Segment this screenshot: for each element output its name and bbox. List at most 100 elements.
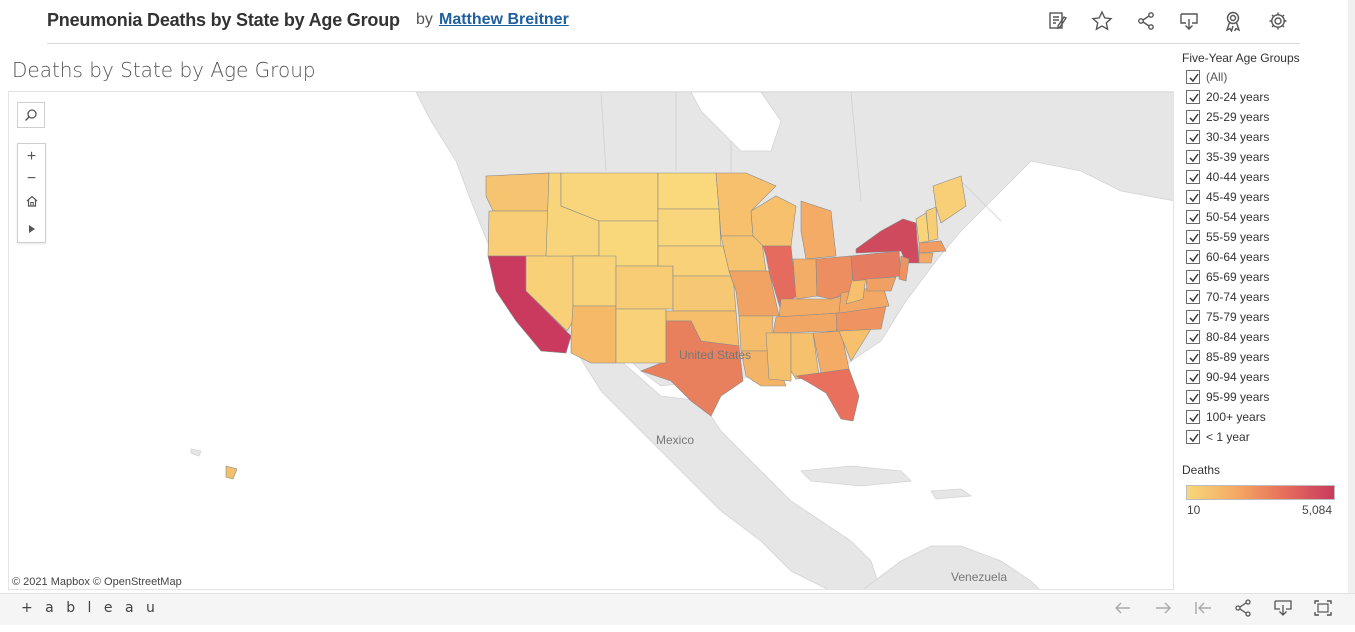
filter-item[interactable]: 60-64 years [1186, 248, 1306, 266]
checkbox-checked[interactable] [1186, 70, 1200, 84]
filter-item-all[interactable]: (All) [1186, 68, 1306, 86]
filter-label: 95-99 years [1206, 390, 1270, 404]
filter-label: (All) [1206, 70, 1228, 84]
filter-item[interactable]: 85-89 years [1186, 348, 1306, 366]
checkbox-checked[interactable] [1186, 390, 1200, 404]
vertical-scrollbar[interactable] [1348, 0, 1355, 600]
zoom-out-button[interactable]: − [18, 168, 45, 190]
filter-item[interactable]: 25-29 years [1186, 108, 1306, 126]
checkbox-checked[interactable] [1186, 310, 1200, 324]
state-arizona [570, 305, 617, 364]
filter-label: 40-44 years [1206, 170, 1270, 184]
edit-icon[interactable] [1047, 10, 1069, 32]
filter-label: 45-49 years [1206, 190, 1270, 204]
zoom-in-button[interactable]: + [18, 146, 45, 168]
state-kansas [672, 275, 737, 312]
map-attribution: © 2021 Mapbox © OpenStreetMap [12, 576, 182, 588]
filter-item[interactable]: 70-74 years [1186, 288, 1306, 306]
checkbox-checked[interactable] [1186, 150, 1200, 164]
label-mexico: Mexico [656, 433, 695, 447]
state-maryland [865, 276, 897, 292]
filter-label: 50-54 years [1206, 210, 1270, 224]
state-new-mexico [615, 308, 667, 364]
state-washington [485, 172, 550, 212]
download-icon[interactable] [1272, 598, 1294, 618]
checkbox-checked[interactable] [1186, 110, 1200, 124]
checkbox-checked[interactable] [1186, 130, 1200, 144]
state-colorado [615, 265, 674, 310]
filter-item[interactable]: 50-54 years [1186, 208, 1306, 226]
plus-icon: + [26, 148, 37, 165]
filter-item[interactable]: 100+ years [1186, 408, 1306, 426]
state-indiana [792, 258, 818, 300]
checkbox-checked[interactable] [1186, 250, 1200, 264]
filter-item[interactable]: 95-99 years [1186, 388, 1306, 406]
author-link[interactable]: Matthew Breitner [439, 11, 569, 29]
state-north-dakota [657, 172, 720, 210]
checkbox-checked[interactable] [1186, 190, 1200, 204]
state-massachusetts [918, 240, 947, 254]
filter-item[interactable]: 20-24 years [1186, 88, 1306, 106]
checkbox-checked[interactable] [1186, 430, 1200, 444]
play-icon [28, 225, 35, 233]
checkbox-checked[interactable] [1186, 270, 1200, 284]
filter-item[interactable]: 55-59 years [1186, 228, 1306, 246]
checkbox-checked[interactable] [1186, 410, 1200, 424]
filter-label: 30-34 years [1206, 130, 1270, 144]
minus-icon: − [26, 170, 37, 187]
map-search-button[interactable] [17, 102, 45, 128]
filter-label: 35-39 years [1206, 150, 1270, 164]
filter-label: 25-29 years [1206, 110, 1270, 124]
filter-label: 100+ years [1206, 410, 1266, 424]
map-view[interactable]: United States Mexico Venezuela [8, 91, 1174, 590]
by-label: by [416, 11, 433, 28]
filter-item[interactable]: 90-94 years [1186, 368, 1306, 386]
gear-icon[interactable] [1267, 10, 1289, 32]
filter-label: 80-84 years [1206, 330, 1270, 344]
filter-label: 75-79 years [1206, 310, 1270, 324]
state-connecticut [918, 252, 934, 264]
checkbox-checked[interactable] [1186, 170, 1200, 184]
checkbox-checked[interactable] [1186, 90, 1200, 104]
color-ramp [1186, 485, 1335, 500]
tableau-logo[interactable]: + a b l e a u [21, 600, 159, 616]
star-icon[interactable] [1091, 10, 1113, 32]
filter-item[interactable]: 30-34 years [1186, 128, 1306, 146]
filter-item[interactable]: 65-69 years [1186, 268, 1306, 286]
checkbox-checked[interactable] [1186, 230, 1200, 244]
filter-label: 70-74 years [1206, 290, 1270, 304]
filter-item[interactable]: 35-39 years [1186, 148, 1306, 166]
filter-label: < 1 year [1206, 430, 1250, 444]
filter-item[interactable]: 45-49 years [1186, 188, 1306, 206]
filter-item[interactable]: 75-79 years [1186, 308, 1306, 326]
redo-icon[interactable] [1152, 598, 1174, 618]
expand-toolbar-button[interactable] [18, 218, 45, 240]
search-icon [25, 109, 37, 121]
state-utah [572, 255, 617, 307]
checkbox-checked[interactable] [1186, 370, 1200, 384]
checkbox-checked[interactable] [1186, 290, 1200, 304]
share-icon[interactable] [1135, 10, 1157, 32]
badge-icon[interactable] [1222, 10, 1244, 33]
filter-label: 90-94 years [1206, 370, 1270, 384]
state-pennsylvania [850, 250, 902, 282]
revert-icon[interactable] [1192, 598, 1214, 618]
sheet-title: Deaths by State by Age Group [12, 58, 316, 82]
undo-icon[interactable] [1112, 598, 1134, 618]
legend-max: 5,084 [1302, 503, 1333, 517]
choropleth-map[interactable] [9, 92, 1174, 590]
filter-item[interactable]: 40-44 years [1186, 168, 1306, 186]
legend-min: 10 [1187, 503, 1201, 517]
checkbox-checked[interactable] [1186, 350, 1200, 364]
map-zoom-controls: + − [17, 143, 46, 243]
state-mississippi [765, 332, 792, 382]
filter-item[interactable]: 80-84 years [1186, 328, 1306, 346]
checkbox-checked[interactable] [1186, 210, 1200, 224]
checkbox-checked[interactable] [1186, 330, 1200, 344]
download-icon[interactable] [1178, 10, 1200, 32]
filter-item[interactable]: < 1 year [1186, 428, 1306, 446]
header-divider [47, 43, 1300, 44]
share-icon[interactable] [1232, 598, 1254, 618]
home-button[interactable] [18, 190, 45, 212]
fullscreen-icon[interactable] [1312, 598, 1334, 618]
